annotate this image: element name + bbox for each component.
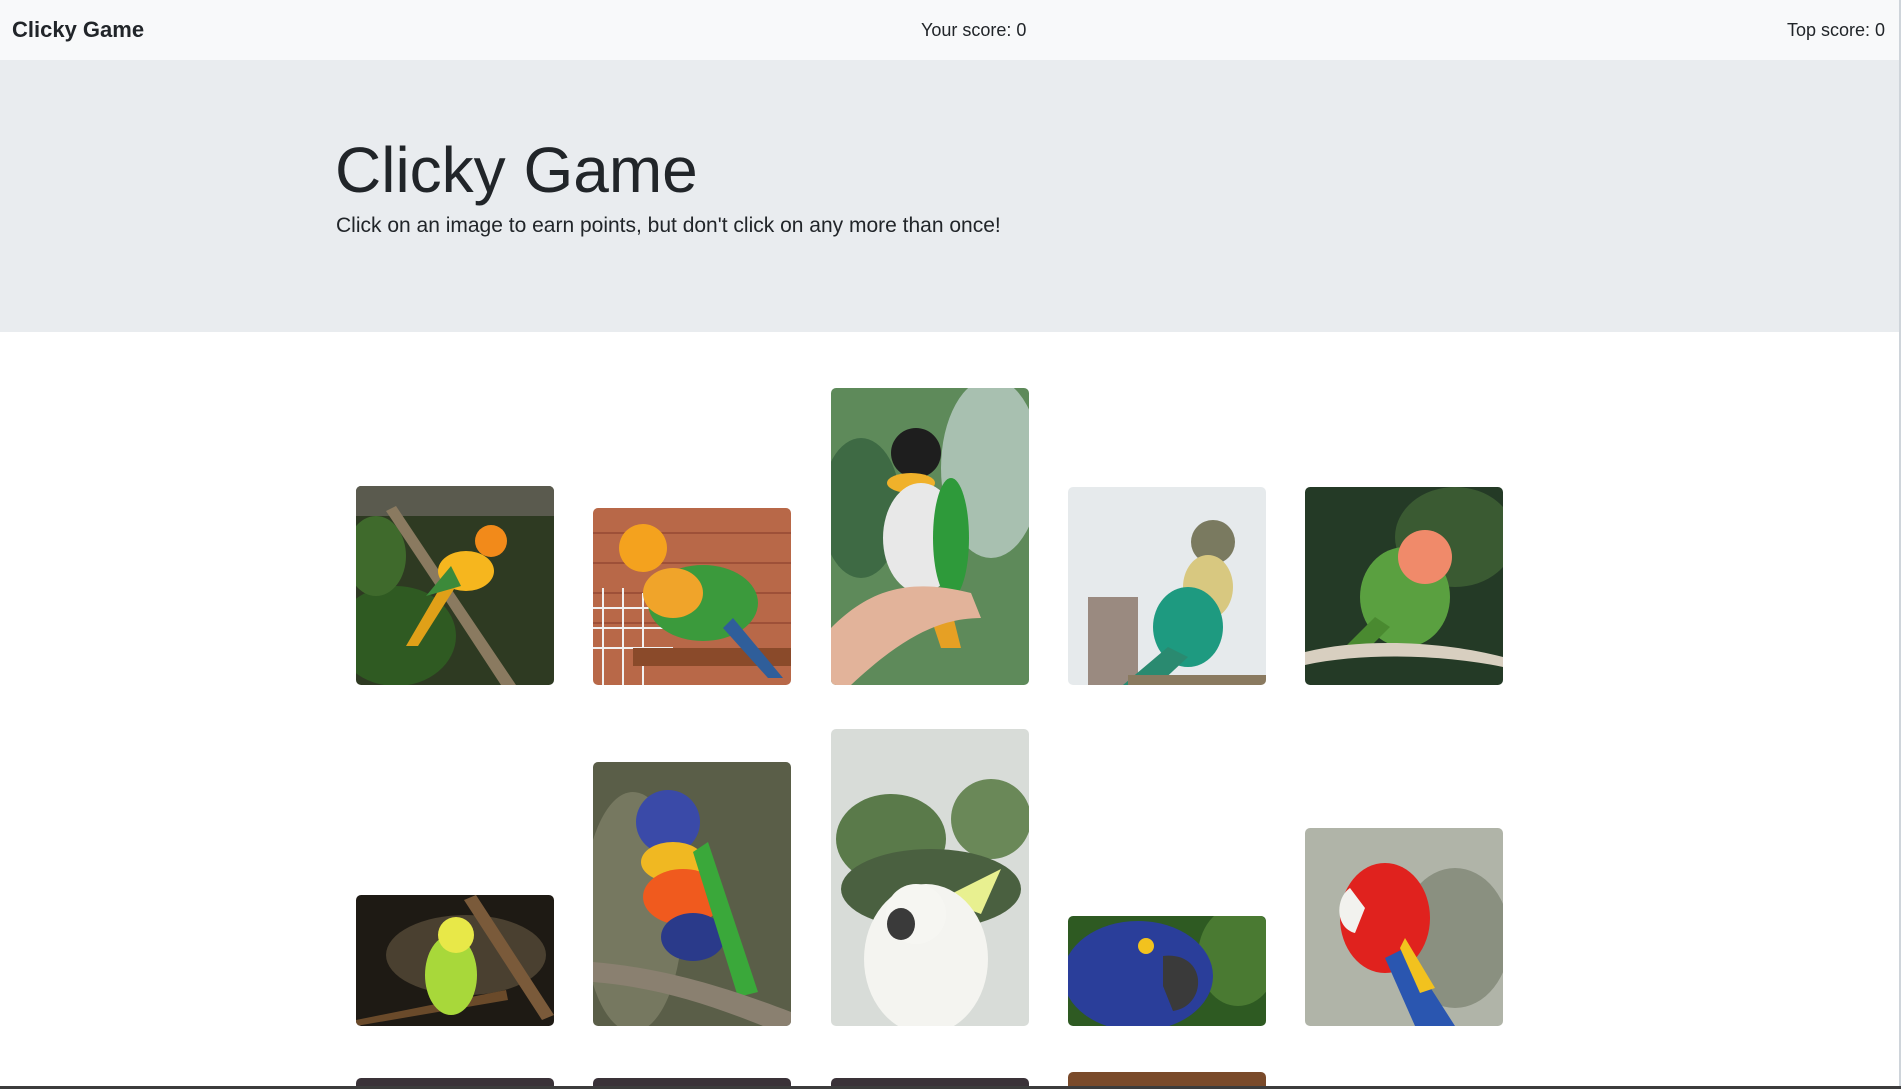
your-score: Your score: 0	[921, 20, 1027, 40]
bird-card-caique[interactable]	[831, 388, 1029, 685]
bird-card-lovebird[interactable]	[1305, 487, 1503, 685]
bird-card-scarlet-macaw[interactable]	[1305, 828, 1503, 1026]
navbar: Clicky Game Your score: 0 Top score: 0	[0, 0, 1901, 60]
instructions: Click on an image to earn points, but do…	[336, 214, 1001, 237]
caique-image	[831, 388, 1029, 685]
bird-card-budgerigar[interactable]	[356, 895, 554, 1026]
top-score: Top score: 0	[1787, 20, 1886, 40]
jumbotron: Clicky Game Click on an image to earn po…	[0, 60, 1901, 332]
bird-card-rainbow-lorikeet[interactable]	[593, 762, 791, 1026]
rainbow-lorikeet-image	[593, 762, 791, 1026]
jenday-conure-image	[593, 508, 791, 685]
bird-card-hyacinth-macaw[interactable]	[1068, 916, 1266, 1026]
page: Clicky Game Your score: 0 Top score: 0 C…	[0, 0, 1901, 1089]
page-title: Clicky Game	[335, 134, 698, 206]
lovebird-image	[1305, 487, 1503, 685]
cockatoo-image	[831, 729, 1029, 1026]
brand-link[interactable]: Clicky Game	[12, 17, 144, 43]
budgerigar-image	[356, 895, 554, 1026]
bird-card-green-cheeked-conure[interactable]	[1068, 487, 1266, 685]
hyacinth-macaw-image	[1068, 916, 1266, 1026]
sun-conure-image	[356, 486, 554, 685]
bird-card-cockatoo[interactable]	[831, 729, 1029, 1026]
scarlet-macaw-image	[1305, 828, 1503, 1026]
bird-card-sun-conure[interactable]	[356, 486, 554, 685]
green-cheeked-conure-image	[1068, 487, 1266, 685]
bird-card-jenday-conure[interactable]	[593, 508, 791, 685]
